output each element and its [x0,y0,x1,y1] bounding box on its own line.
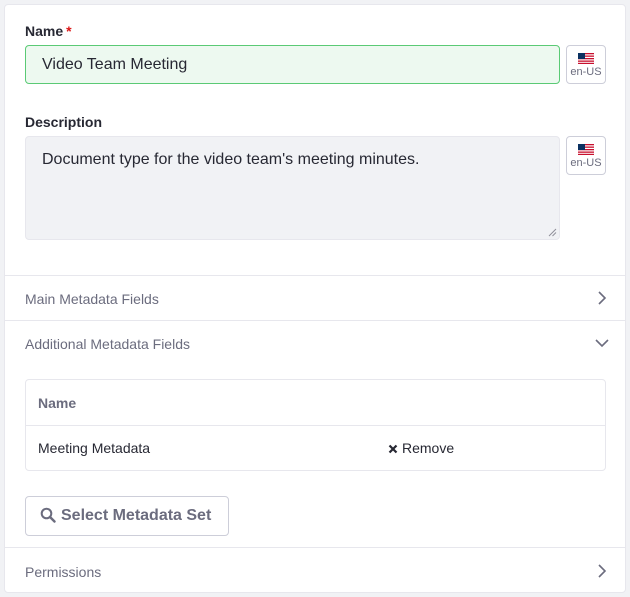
description-text: Document type for the video team's meeti… [42,151,420,168]
description-locale-label: en-US [570,157,602,169]
name-locale-label: en-US [570,66,602,78]
name-label: Name * [25,23,72,39]
section-main-metadata-title: Main Metadata Fields [25,291,159,307]
chevron-right-icon [598,564,607,578]
section-additional-metadata-title: Additional Metadata Fields [25,336,190,352]
description-locale-button[interactable]: en-US [566,136,606,175]
section-permissions[interactable]: Permissions [5,547,625,593]
metadata-set-table: Name Meeting Metadata Remove [25,379,606,471]
description-textarea[interactable]: Document type for the video team's meeti… [25,136,560,240]
section-additional-metadata[interactable]: Additional Metadata Fields [5,320,625,365]
table-row: Meeting Metadata Remove [26,426,605,470]
section-main-metadata[interactable]: Main Metadata Fields [5,275,625,320]
search-icon [40,507,56,523]
us-flag-icon [578,144,594,155]
section-permissions-title: Permissions [25,564,102,580]
chevron-down-icon [595,339,609,348]
us-flag-icon [578,53,594,64]
document-type-form: Name * Video Team Meeting en-US Descripti… [4,4,626,593]
description-label: Description [25,114,103,130]
remove-button[interactable]: Remove [388,426,454,470]
resize-grip-icon[interactable] [547,227,557,237]
name-label-text: Name [25,23,64,39]
chevron-right-icon [598,291,607,305]
times-icon [388,444,398,454]
metadata-set-name: Meeting Metadata [38,440,151,456]
select-metadata-set-button[interactable]: Select Metadata Set [25,496,229,536]
table-header-name: Name [26,380,605,426]
select-metadata-set-label: Select Metadata Set [61,507,212,524]
required-marker: * [66,23,72,39]
name-input[interactable]: Video Team Meeting [25,45,560,84]
name-locale-button[interactable]: en-US [566,45,606,84]
remove-button-label: Remove [402,440,455,456]
